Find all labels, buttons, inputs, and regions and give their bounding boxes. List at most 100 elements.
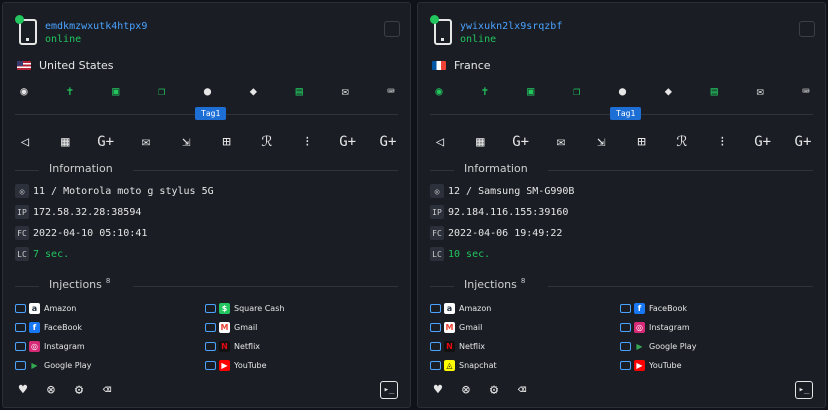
- country-name: United States: [39, 58, 114, 72]
- device-id[interactable]: ywixukn2lx9srqzbf: [460, 21, 562, 32]
- shield-icon[interactable]: ◆: [661, 84, 675, 98]
- ip-value: 172.58.32.28:38594: [33, 206, 142, 218]
- forward-mail-icon[interactable]: ⇲: [178, 134, 194, 150]
- mail-icon[interactable]: ✉: [338, 84, 352, 98]
- fc-value: 2022-04-06 19:49:22: [448, 227, 563, 239]
- close-circle-icon[interactable]: ⊗: [458, 382, 474, 398]
- information-list: ◎ 12 / Samsung SM-G990B IP 92.184.116.15…: [430, 182, 813, 263]
- contact-icon[interactable]: ▣: [524, 84, 538, 98]
- injection-item[interactable]: M Gmail: [430, 320, 620, 335]
- injection-item[interactable]: N Netflix: [430, 339, 620, 354]
- contact-icon[interactable]: ▣: [109, 84, 123, 98]
- device-model-row: ◎ 12 / Samsung SM-G990B: [430, 182, 813, 200]
- device-id[interactable]: emdkmzwxutk4htpx9: [45, 21, 147, 32]
- mail-icon[interactable]: ✉: [753, 84, 767, 98]
- device-header: emdkmzwxutk4htpx9 online: [15, 13, 400, 51]
- card-icon: [620, 323, 631, 332]
- fc-value: 2022-04-10 05:10:41: [33, 227, 148, 239]
- ip-row: IP 172.58.32.28:38594: [15, 203, 398, 221]
- lock-icon: [430, 304, 441, 313]
- injection-item[interactable]: a Amazon: [430, 301, 620, 316]
- google-plus-icon[interactable]: G+: [97, 134, 114, 150]
- injection-item[interactable]: ◎ Instagram: [15, 339, 205, 354]
- tag-badge[interactable]: Tag1: [195, 107, 227, 120]
- people-icon[interactable]: ℛ: [259, 134, 275, 150]
- injection-item[interactable]: ▶ YouTube: [205, 358, 395, 373]
- injection-item[interactable]: $ Square Cash: [205, 301, 395, 316]
- device-status: online: [45, 34, 82, 45]
- heart-icon[interactable]: ♥: [430, 382, 446, 398]
- terminal-icon[interactable]: ▸_: [380, 381, 398, 399]
- copy-icon[interactable]: ❐: [155, 84, 169, 98]
- google-plus-icon[interactable]: G+: [339, 134, 356, 150]
- section-title: Injections 8: [464, 277, 526, 291]
- grid-icon[interactable]: ⊞: [634, 134, 650, 150]
- google-plus-icon[interactable]: G+: [380, 134, 397, 150]
- person-icon[interactable]: ✝: [478, 84, 492, 98]
- google-plus-icon[interactable]: G+: [512, 134, 529, 150]
- injection-item[interactable]: ▶ YouTube: [620, 358, 810, 373]
- lc-row: LC 10 sec.: [430, 245, 813, 263]
- terminal-icon[interactable]: ▸_: [795, 381, 813, 399]
- facebook-icon: f: [634, 303, 645, 314]
- keyboard-icon[interactable]: ⌨: [384, 84, 398, 98]
- instagram-icon: ◎: [29, 341, 40, 352]
- close-circle-icon[interactable]: ⊗: [43, 382, 59, 398]
- device-card: ywixukn2lx9srqzbf online France ◉ ✝ ▣ ❐ …: [417, 2, 826, 408]
- lock-icon[interactable]: ▤: [707, 84, 721, 98]
- action-toolbar: ◁ ▦ G+ ✉ ⇲ ⊞ ℛ ⁝ G+ G+: [15, 133, 398, 151]
- injection-item[interactable]: ▶ Google Play: [15, 358, 205, 373]
- grid-icon[interactable]: ⊞: [219, 134, 235, 150]
- people-icon[interactable]: ℛ: [674, 134, 690, 150]
- select-checkbox[interactable]: [384, 21, 400, 37]
- device-model: 11 / Motorola moto g stylus 5G: [33, 185, 214, 197]
- gear-icon[interactable]: ⚙: [486, 382, 502, 398]
- calendar-icon[interactable]: ▦: [57, 134, 73, 150]
- tag-badge[interactable]: Tag1: [610, 107, 642, 120]
- forward-mail-icon[interactable]: ⇲: [593, 134, 609, 150]
- amazon-icon: a: [444, 303, 455, 314]
- injection-item[interactable]: a Amazon: [15, 301, 205, 316]
- injections-list: a Amazon f FaceBook M Gmail ◎ Instagram N Net…: [430, 301, 813, 373]
- fr-flag-icon: [432, 60, 446, 70]
- envelope-icon[interactable]: ✉: [553, 134, 569, 150]
- envelope-icon[interactable]: ✉: [138, 134, 154, 150]
- injection-item[interactable]: f FaceBook: [620, 301, 810, 316]
- injection-item[interactable]: ◬ Snapchat: [430, 358, 620, 373]
- copy-icon[interactable]: ❐: [570, 84, 584, 98]
- lc-value: 10 sec.: [448, 248, 491, 260]
- megaphone-icon[interactable]: ◁: [17, 134, 33, 150]
- card-icon: [205, 304, 216, 313]
- bottom-toolbar: ♥ ⊗ ⚙ ⌫ ▸_: [15, 381, 398, 399]
- megaphone-icon[interactable]: ◁: [432, 134, 448, 150]
- bolt-icon[interactable]: ●: [201, 84, 215, 98]
- gear-icon[interactable]: ⚙: [71, 382, 87, 398]
- section-title: Information: [49, 162, 113, 175]
- heart-icon[interactable]: ♥: [15, 382, 31, 398]
- youtube-icon: ▶: [219, 360, 230, 371]
- dial-icon[interactable]: ⁝: [299, 134, 315, 150]
- android-icon: ◎: [430, 184, 444, 198]
- calendar-icon[interactable]: ▦: [472, 134, 488, 150]
- keyboard-icon[interactable]: ⌨: [799, 84, 813, 98]
- bolt-icon[interactable]: ●: [616, 84, 630, 98]
- google-plus-icon[interactable]: G+: [795, 134, 812, 150]
- injection-item[interactable]: ▶ Google Play: [620, 339, 810, 354]
- trash-icon[interactable]: ⌫: [514, 382, 530, 398]
- eye-icon[interactable]: ◉: [17, 84, 31, 98]
- select-checkbox[interactable]: [799, 21, 815, 37]
- injection-item[interactable]: M Gmail: [205, 320, 395, 335]
- person-icon[interactable]: ✝: [63, 84, 77, 98]
- gmail-icon: M: [219, 322, 230, 333]
- section-title: Injections 8: [49, 277, 111, 291]
- lock-icon[interactable]: ▤: [292, 84, 306, 98]
- trash-icon[interactable]: ⌫: [99, 382, 115, 398]
- injection-item[interactable]: f FaceBook: [15, 320, 205, 335]
- dial-icon[interactable]: ⁝: [714, 134, 730, 150]
- country-name: France: [454, 58, 491, 72]
- google-plus-icon[interactable]: G+: [754, 134, 771, 150]
- injection-item[interactable]: ◎ Instagram: [620, 320, 810, 335]
- eye-icon[interactable]: ◉: [432, 84, 446, 98]
- shield-icon[interactable]: ◆: [246, 84, 260, 98]
- injection-item[interactable]: N Netflix: [205, 339, 395, 354]
